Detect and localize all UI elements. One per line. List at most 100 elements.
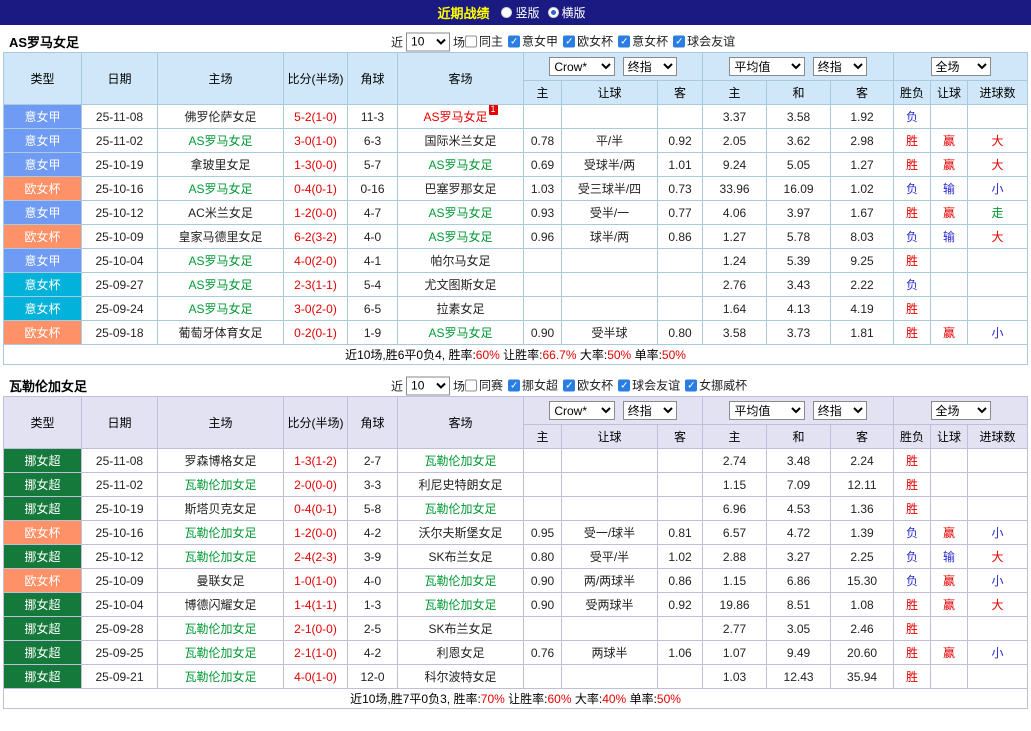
eu-away-odds: 15.30 <box>831 569 894 593</box>
league-filter-checkbox[interactable]: 意女杯 <box>618 33 668 50</box>
match-score[interactable]: 5-2(1-0) <box>284 105 348 129</box>
league-filter-checkbox[interactable]: 女挪威杯 <box>685 377 747 394</box>
match-score[interactable]: 1-4(1-1) <box>284 593 348 617</box>
league-filter-checkbox[interactable]: 同主 <box>465 33 503 50</box>
layout-option[interactable]: 竖版 <box>501 4 539 21</box>
checkbox-icon[interactable] <box>618 379 630 391</box>
away-team[interactable]: 科尔波特女足 <box>398 665 524 689</box>
match-score[interactable]: 2-1(0-0) <box>284 617 348 641</box>
scope-select[interactable]: 全场 <box>931 57 991 76</box>
match-score[interactable]: 1-2(0-0) <box>284 201 348 225</box>
checkbox-icon[interactable] <box>618 35 630 47</box>
asia-company-select[interactable]: Crow* <box>549 401 615 420</box>
match-score[interactable]: 2-4(2-3) <box>284 545 348 569</box>
home-team[interactable]: AS罗马女足 <box>158 273 284 297</box>
away-team[interactable]: SK布兰女足 <box>398 617 524 641</box>
away-team[interactable]: AS罗马女足 <box>398 201 524 225</box>
league-filter-checkbox[interactable]: 球会友谊 <box>673 33 735 50</box>
col-date: 日期 <box>82 397 158 449</box>
league-filter-checkbox[interactable]: 意女甲 <box>508 33 558 50</box>
match-score[interactable]: 1-3(0-0) <box>284 153 348 177</box>
europe-company-select[interactable]: 平均值 <box>729 57 805 76</box>
checkbox-icon[interactable] <box>563 35 575 47</box>
match-score[interactable]: 6-2(3-2) <box>284 225 348 249</box>
match-score[interactable]: 2-1(1-0) <box>284 641 348 665</box>
league-filter-checkbox[interactable]: 挪女超 <box>508 377 558 394</box>
match-score[interactable]: 0-4(0-1) <box>284 177 348 201</box>
match-score[interactable]: 0-2(0-1) <box>284 321 348 345</box>
away-team[interactable]: 巴塞罗那女足 <box>398 177 524 201</box>
match-score[interactable]: 3-0(2-0) <box>284 297 348 321</box>
asia-kind-select[interactable]: 终指 <box>623 57 677 76</box>
europe-company-select[interactable]: 平均值 <box>729 401 805 420</box>
away-team[interactable]: 瓦勒伦加女足 <box>398 497 524 521</box>
checkbox-icon[interactable] <box>508 35 520 47</box>
match-score[interactable]: 1-3(1-2) <box>284 449 348 473</box>
checkbox-icon[interactable] <box>508 379 520 391</box>
scope-select[interactable]: 全场 <box>931 401 991 420</box>
home-team[interactable]: 斯塔贝克女足 <box>158 497 284 521</box>
checkbox-icon[interactable] <box>465 35 477 47</box>
match-score[interactable]: 4-0(1-0) <box>284 665 348 689</box>
match-count-select[interactable]: 10 <box>406 32 450 51</box>
away-team[interactable]: 国际米兰女足 <box>398 129 524 153</box>
away-team[interactable]: 沃尔夫斯堡女足 <box>398 521 524 545</box>
away-team[interactable]: 瓦勒伦加女足 <box>398 569 524 593</box>
match-score[interactable]: 1-0(1-0) <box>284 569 348 593</box>
home-team[interactable]: 皇家马德里女足 <box>158 225 284 249</box>
layout-option[interactable]: 横版 <box>548 4 586 21</box>
match-score[interactable]: 4-0(2-0) <box>284 249 348 273</box>
home-team[interactable]: 葡萄牙体育女足 <box>158 321 284 345</box>
home-team[interactable]: AS罗马女足 <box>158 129 284 153</box>
home-team[interactable]: 瓦勒伦加女足 <box>158 641 284 665</box>
away-team[interactable]: 帕尔马女足 <box>398 249 524 273</box>
home-team[interactable]: 瓦勒伦加女足 <box>158 545 284 569</box>
home-team[interactable]: 瓦勒伦加女足 <box>158 473 284 497</box>
home-team[interactable]: 瓦勒伦加女足 <box>158 665 284 689</box>
home-team[interactable]: 瓦勒伦加女足 <box>158 521 284 545</box>
away-team[interactable]: AS罗马女足 <box>398 153 524 177</box>
away-team[interactable]: 利尼史特朗女足 <box>398 473 524 497</box>
checkbox-icon[interactable] <box>465 379 477 391</box>
radio-icon[interactable] <box>501 7 512 18</box>
match-score[interactable]: 0-4(0-1) <box>284 497 348 521</box>
away-team[interactable]: 尤文图斯女足 <box>398 273 524 297</box>
away-team[interactable]: AS罗马女足 <box>398 225 524 249</box>
checkbox-icon[interactable] <box>685 379 697 391</box>
home-team[interactable]: 罗森博格女足 <box>158 449 284 473</box>
home-team[interactable]: 拿玻里女足 <box>158 153 284 177</box>
europe-kind-select[interactable]: 终指 <box>813 401 867 420</box>
home-team[interactable]: 瓦勒伦加女足 <box>158 617 284 641</box>
away-team[interactable]: 拉素女足 <box>398 297 524 321</box>
away-team[interactable]: SK布兰女足 <box>398 545 524 569</box>
checkbox-icon[interactable] <box>673 35 685 47</box>
league-filter-checkbox[interactable]: 同赛 <box>465 377 503 394</box>
away-team[interactable]: 瓦勒伦加女足 <box>398 593 524 617</box>
home-team[interactable]: 佛罗伦萨女足 <box>158 105 284 129</box>
checkbox-icon[interactable] <box>563 379 575 391</box>
asia-kind-select[interactable]: 终指 <box>623 401 677 420</box>
away-team[interactable]: 利恩女足 <box>398 641 524 665</box>
match-score[interactable]: 2-0(0-0) <box>284 473 348 497</box>
league-filter-checkbox[interactable]: 欧女杯 <box>563 377 613 394</box>
match-count-select[interactable]: 10 <box>406 376 450 395</box>
away-team[interactable]: 瓦勒伦加女足 <box>398 449 524 473</box>
league-filter-checkbox[interactable]: 欧女杯 <box>563 33 613 50</box>
radio-icon[interactable] <box>548 7 559 18</box>
match-score[interactable]: 1-2(0-0) <box>284 521 348 545</box>
home-team[interactable]: 曼联女足 <box>158 569 284 593</box>
home-team[interactable]: 博德闪耀女足 <box>158 593 284 617</box>
away-team[interactable]: AS罗马女足1 <box>398 105 524 129</box>
europe-kind-select[interactable]: 终指 <box>813 57 867 76</box>
corners: 0-16 <box>348 177 398 201</box>
home-team[interactable]: AS罗马女足 <box>158 177 284 201</box>
league-filter-checkbox[interactable]: 球会友谊 <box>618 377 680 394</box>
home-team[interactable]: AS罗马女足 <box>158 297 284 321</box>
match-score[interactable]: 2-3(1-1) <box>284 273 348 297</box>
home-team[interactable]: AS罗马女足 <box>158 249 284 273</box>
match-score[interactable]: 3-0(1-0) <box>284 129 348 153</box>
home-team[interactable]: AC米兰女足 <box>158 201 284 225</box>
asia-home-odds <box>524 473 562 497</box>
asia-company-select[interactable]: Crow* <box>549 57 615 76</box>
away-team[interactable]: AS罗马女足 <box>398 321 524 345</box>
